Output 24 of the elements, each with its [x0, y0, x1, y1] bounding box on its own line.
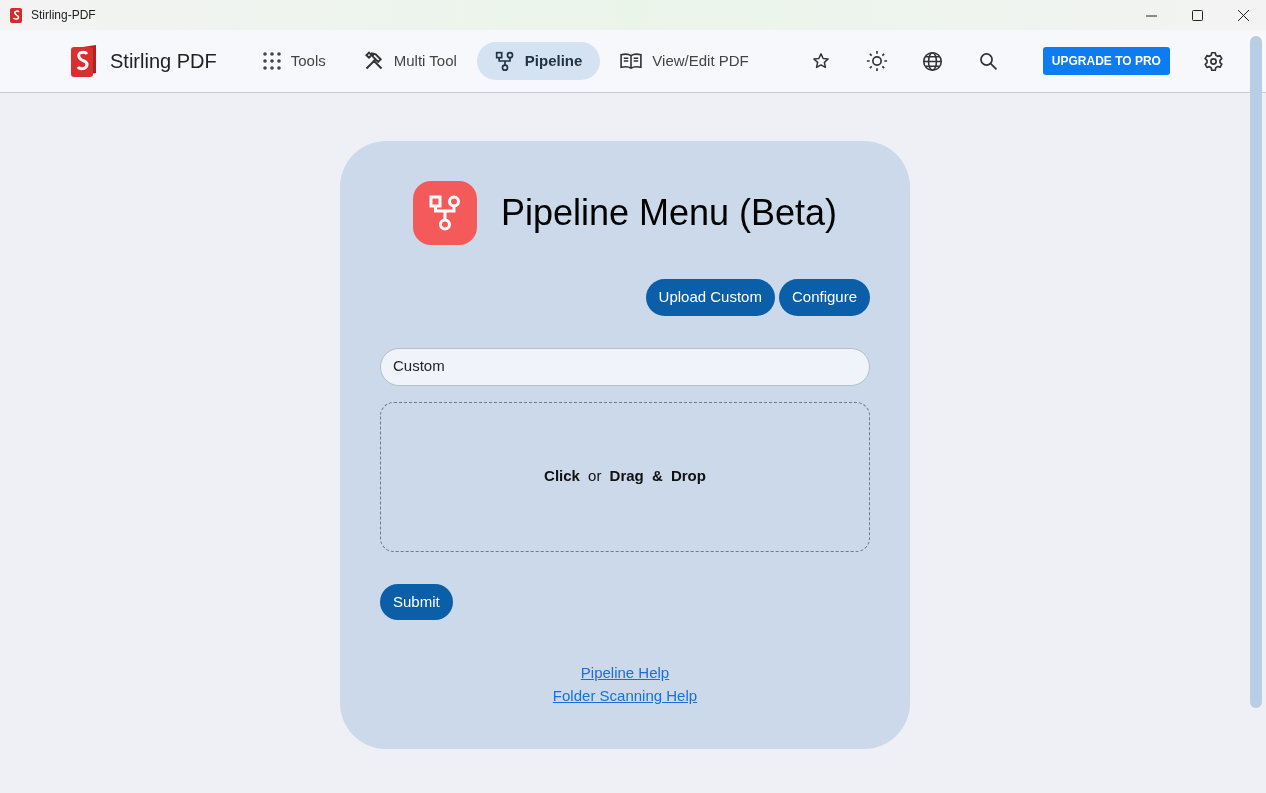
action-button[interactable]: Configure	[778, 279, 870, 316]
action-button[interactable]: Upload Custom	[645, 279, 775, 316]
file-dropzone[interactable]: Click or Drag & Drop	[380, 401, 870, 552]
window-title: Stirling-PDF	[31, 7, 96, 24]
nav-tab[interactable]: View/Edit PDF	[602, 41, 767, 81]
close-icon[interactable]	[1237, 9, 1249, 21]
nav-tab[interactable]: Pipeline	[476, 41, 601, 81]
scrollbar[interactable]	[1250, 36, 1262, 708]
book-icon	[620, 52, 643, 70]
brand-name: Stirling PDF	[110, 49, 217, 74]
nav-tab[interactable]: Tools	[244, 41, 344, 81]
nav-tab[interactable]: Multi Tool	[345, 41, 475, 81]
help-link[interactable]: Pipeline Help	[580, 662, 670, 685]
submit-button[interactable]: Submit	[380, 583, 453, 620]
app-logo-icon	[10, 7, 23, 23]
page-title: Pipeline Menu (Beta)	[500, 191, 838, 235]
pipeline-icon	[494, 51, 515, 71]
dropzone-hint: Click or Drag & Drop	[544, 466, 706, 487]
upgrade-button[interactable]: UPGRADE TO PRO	[1042, 47, 1170, 75]
grid-icon	[262, 52, 281, 70]
pipeline-select[interactable]: Custom	[380, 347, 870, 386]
maximize-icon[interactable]	[1191, 9, 1203, 21]
pipeline-icon	[412, 181, 477, 245]
tools-icon	[363, 51, 384, 71]
